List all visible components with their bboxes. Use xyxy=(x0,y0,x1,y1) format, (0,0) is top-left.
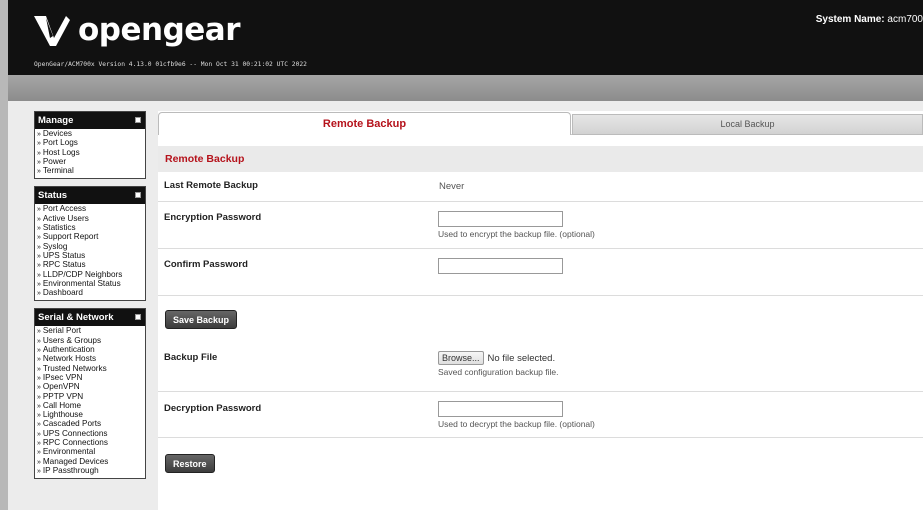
restore-area: Restore xyxy=(158,438,923,482)
decryption-password-field-group: Used to decrypt the backup file. (option… xyxy=(438,401,595,429)
sidebar-item-dashboard[interactable]: Dashboard xyxy=(37,288,143,298)
main-content: Remote Backup Local Backup Remote Backup… xyxy=(158,111,923,510)
tab-remote-backup[interactable]: Remote Backup xyxy=(158,112,571,135)
left-border xyxy=(0,0,8,510)
backup-file-label: Backup File xyxy=(164,352,218,363)
collapse-icon[interactable] xyxy=(135,314,141,321)
last-backup-label: Last Remote Backup xyxy=(164,180,258,191)
tab-local-backup[interactable]: Local Backup xyxy=(572,114,923,135)
row-backup-file: Backup File Browse... No file selected. … xyxy=(158,346,923,392)
menu-list-manage: Devices Port Logs Host Logs Power Termin… xyxy=(35,129,145,178)
system-name-value: acm700 xyxy=(887,14,923,25)
decryption-password-hint: Used to decrypt the backup file. (option… xyxy=(438,419,595,429)
row-decryption-password: Decryption Password Used to decrypt the … xyxy=(158,392,923,438)
section-title: Remote Backup xyxy=(158,146,923,172)
confirm-password-input[interactable] xyxy=(438,258,563,274)
save-backup-area: Save Backup xyxy=(158,296,923,346)
menu-list-status: Port Access Active Users Statistics Supp… xyxy=(35,204,145,300)
header: opengear OpenGear/ACM700x Version 4.13.0… xyxy=(8,0,923,75)
sidebar-item-terminal[interactable]: Terminal xyxy=(37,166,143,176)
confirm-password-label: Confirm Password xyxy=(164,259,248,270)
confirm-password-field-group xyxy=(438,258,563,274)
menu-title: Manage xyxy=(38,115,74,126)
decryption-password-label: Decryption Password xyxy=(164,403,262,414)
restore-button[interactable]: Restore xyxy=(165,454,215,473)
menu-manage: Manage Devices Port Logs Host Logs Power… xyxy=(34,111,146,180)
file-status: No file selected. xyxy=(487,352,556,364)
menu-title: Serial & Network xyxy=(38,312,114,324)
system-name-label: System Name: xyxy=(815,14,885,25)
nav-bar xyxy=(8,75,923,101)
row-last-remote-backup: Last Remote Backup Never xyxy=(158,172,923,202)
sidebar: Manage Devices Port Logs Host Logs Power… xyxy=(34,111,146,486)
menu-header-serial-network[interactable]: Serial & Network xyxy=(35,309,145,327)
menu-serial-network: Serial & Network Serial Port Users & Gro… xyxy=(34,308,146,480)
encryption-password-label: Encryption Password xyxy=(164,212,262,223)
version-string: OpenGear/ACM700x Version 4.13.0 01cfb9e6… xyxy=(34,61,307,68)
menu-title: Status xyxy=(38,190,68,202)
row-confirm-password: Confirm Password xyxy=(158,249,923,296)
tab-bar: Remote Backup Local Backup xyxy=(158,111,923,135)
encryption-password-input[interactable] xyxy=(438,211,563,227)
logo: opengear xyxy=(32,10,241,50)
backup-file-field-group: Browse... No file selected. Saved config… xyxy=(438,351,559,377)
sidebar-item-ip-passthrough[interactable]: IP Passthrough xyxy=(37,466,143,476)
collapse-icon[interactable] xyxy=(135,192,141,199)
menu-status: Status Port Access Active Users Statisti… xyxy=(34,186,146,302)
system-name: System Name: acm700 xyxy=(816,14,923,25)
browse-button[interactable]: Browse... xyxy=(438,351,484,365)
backup-file-hint: Saved configuration backup file. xyxy=(438,367,559,377)
menu-header-manage[interactable]: Manage xyxy=(35,112,145,129)
save-backup-button[interactable]: Save Backup xyxy=(165,310,238,329)
encryption-password-field-group: Used to encrypt the backup file. (option… xyxy=(438,211,595,239)
last-backup-value: Never xyxy=(439,181,465,192)
logo-text: opengear xyxy=(78,12,241,48)
menu-header-status[interactable]: Status xyxy=(35,187,145,205)
decryption-password-input[interactable] xyxy=(438,401,563,417)
file-picker: Browse... No file selected. xyxy=(438,351,559,365)
menu-list-serial-network: Serial Port Users & Groups Authenticatio… xyxy=(35,326,145,478)
opengear-logo-icon xyxy=(34,16,70,46)
collapse-icon[interactable] xyxy=(135,117,141,123)
encryption-password-hint: Used to encrypt the backup file. (option… xyxy=(438,229,595,239)
row-encryption-password: Encryption Password Used to encrypt the … xyxy=(158,202,923,249)
